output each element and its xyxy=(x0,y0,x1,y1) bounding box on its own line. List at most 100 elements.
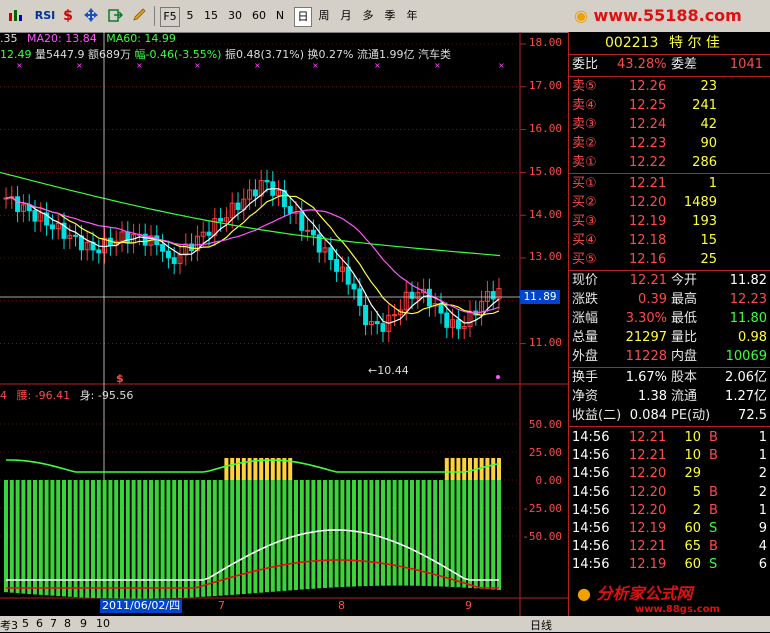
indicator-bar xyxy=(265,480,269,593)
candle-body xyxy=(49,224,55,230)
site-logo-top[interactable]: ◉ www.55188.com xyxy=(574,6,766,28)
logo-swirl-icon: ◉ xyxy=(574,6,588,25)
marker-icon: × xyxy=(16,61,23,70)
bid-row: 买① 12.21 1 xyxy=(572,176,717,191)
indicator-bar xyxy=(485,480,490,590)
period-n-button[interactable]: N xyxy=(274,7,286,25)
indicator-bar xyxy=(50,480,55,596)
candle-body xyxy=(345,266,351,285)
candle-body xyxy=(171,257,177,264)
stat-row: 外盘 11228 内盘 10069 xyxy=(572,349,767,364)
bottom-tab[interactable]: 8 xyxy=(64,617,71,630)
date-label: 2011/06/02/四 xyxy=(100,599,183,613)
indicator-bar xyxy=(218,480,223,596)
indicator-bar xyxy=(433,480,438,587)
candle-body xyxy=(264,180,270,183)
daily-line-tab[interactable]: 日线 xyxy=(530,617,552,633)
stat-row: 涨幅 3.30% 最低 11.80 xyxy=(572,311,767,326)
candle-body xyxy=(328,247,334,261)
candle-body xyxy=(310,229,316,236)
bid-row: 买② 12.20 1489 xyxy=(572,195,717,210)
period-60-button[interactable]: 60 xyxy=(250,7,268,25)
period-multi-button[interactable]: 多 xyxy=(360,7,376,25)
indicator-bar xyxy=(9,480,14,593)
period-day-button[interactable]: 日 xyxy=(294,7,312,27)
bottom-tab[interactable]: 7 xyxy=(50,617,57,630)
candle-body xyxy=(444,312,450,328)
bid-row: 买⑤ 12.16 25 xyxy=(572,252,717,267)
rsi-button[interactable]: RSI xyxy=(34,7,56,25)
price-tick: 15.00 xyxy=(528,165,562,178)
period-quarter-button[interactable]: 季 xyxy=(382,7,398,25)
indicator-bar xyxy=(56,480,61,597)
tick-row: 14:56 12.20 29 2 xyxy=(572,466,767,482)
indicator-bar xyxy=(4,480,8,593)
indicator-bar xyxy=(288,480,293,591)
fundamental-row: 收益(二) 0.084 PE(动) 72.5 xyxy=(572,408,767,423)
bottom-tab[interactable]: 考3 xyxy=(0,617,18,633)
indicator-bar xyxy=(427,480,432,587)
indicator-pos-bar xyxy=(491,458,496,480)
ask-row: 卖③ 12.24 42 xyxy=(572,117,717,132)
indicator-pos-bar xyxy=(230,458,235,480)
bottom-tab[interactable]: 10 xyxy=(96,617,110,630)
indicator-bar xyxy=(27,480,32,595)
indicator-pos-bar xyxy=(270,458,275,480)
move-icon[interactable] xyxy=(82,7,100,25)
dollar-icon[interactable]: $ xyxy=(60,7,76,25)
indicator-bar xyxy=(334,480,339,588)
indicator-bar xyxy=(253,480,258,594)
pen-icon[interactable] xyxy=(130,7,148,25)
candle-body xyxy=(438,303,444,314)
indicator-pos-bar xyxy=(276,458,281,480)
bottom-tab[interactable]: 5 xyxy=(22,617,29,630)
period-week-button[interactable]: 周 xyxy=(316,7,332,25)
indicator-bar xyxy=(346,480,351,587)
indicator-bar xyxy=(462,480,467,588)
candle-body xyxy=(455,319,461,329)
period-f5-button[interactable]: F5 xyxy=(160,7,180,27)
period-5-button[interactable]: 5 xyxy=(184,7,196,25)
quote-panel: 002213 特 尔 佳 委比 43.28% 委差 1041 ● 分析家公式网 … xyxy=(568,32,770,616)
bottom-tab[interactable]: 9 xyxy=(80,617,87,630)
indicator-bar xyxy=(21,480,26,594)
period-year-button[interactable]: 年 xyxy=(404,7,420,25)
indicator-bar xyxy=(149,480,153,599)
indicator-bar xyxy=(241,480,246,595)
indicator-bar xyxy=(491,480,496,590)
marker-icon: × xyxy=(312,61,319,70)
indicator-bar xyxy=(317,480,322,589)
bottom-tab[interactable]: 6 xyxy=(36,617,43,630)
candle-body xyxy=(287,206,293,214)
chart-area[interactable]: × × × × × × × × × .35 MA20: 13.84 MA60: 14.99 12… xyxy=(0,32,568,616)
tick-row: 14:56 12.21 10 B 1 xyxy=(572,448,767,464)
period-15-button[interactable]: 15 xyxy=(202,7,220,25)
candle-body xyxy=(299,211,305,231)
ask-row: 卖⑤ 12.26 23 xyxy=(572,79,717,94)
marker-dot-icon xyxy=(496,375,500,379)
marker-icon: × xyxy=(434,61,441,70)
export-icon[interactable] xyxy=(106,7,124,25)
ma-info-line: .35 MA20: 13.84 MA60: 14.99 xyxy=(0,32,176,45)
candle-body xyxy=(490,291,496,300)
period-30-button[interactable]: 30 xyxy=(226,7,244,25)
indicator-green-line xyxy=(6,459,500,473)
low-annotation: ←10.44 xyxy=(368,364,409,377)
fundamental-row: 换手 1.67% 股本 2.06亿 xyxy=(572,370,767,385)
price-tick: 16.00 xyxy=(528,122,562,135)
bid-row: 买③ 12.19 193 xyxy=(572,214,717,229)
candle-body xyxy=(160,244,166,252)
indicator-pos-bar xyxy=(450,458,455,480)
indicator-bar xyxy=(421,480,426,586)
site-logo-bottom[interactable]: ● 分析家公式网 www.88gs.com xyxy=(577,580,769,615)
tick-row: 14:56 12.20 2 B 1 xyxy=(572,502,767,518)
period-month-button[interactable]: 月 xyxy=(338,7,354,25)
indicator-bar xyxy=(311,480,316,589)
price-cursor-label: 11.89 xyxy=(520,290,560,304)
chart-icon[interactable] xyxy=(6,7,26,25)
candle-body xyxy=(380,323,386,332)
candle-body xyxy=(305,229,311,232)
ask-row: 卖② 12.23 90 xyxy=(572,136,717,151)
indicator-pos-bar xyxy=(485,458,490,480)
indicator-bar xyxy=(15,480,20,594)
